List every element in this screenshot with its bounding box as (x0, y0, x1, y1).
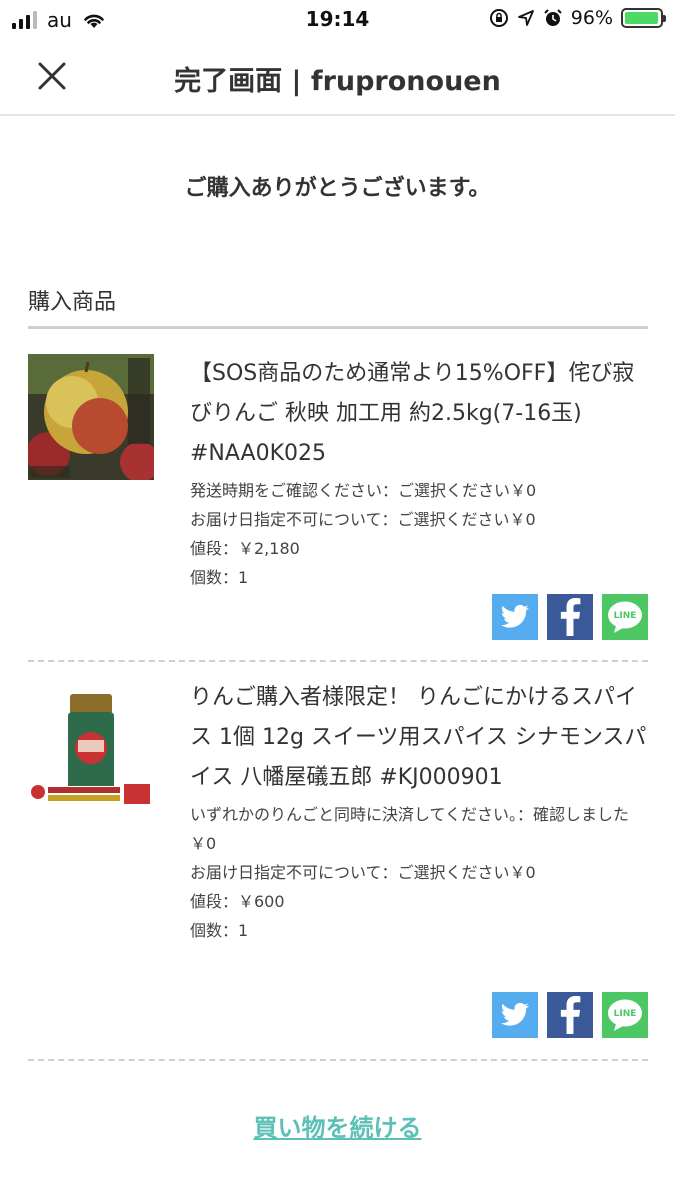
share-facebook-button[interactable] (547, 594, 593, 640)
product-image-spice (28, 688, 154, 814)
battery-icon (621, 8, 666, 28)
product-option: お届け日指定不可について：ご選択ください￥0 (190, 510, 536, 529)
section-title: 購入商品 (28, 290, 117, 315)
product-image-apple (28, 354, 154, 480)
location-icon (517, 10, 534, 26)
product-price: 値段：￥600 (190, 892, 285, 911)
line-label: LINE (613, 1009, 637, 1019)
product-quantity: 個数：1 (190, 568, 249, 587)
twitter-icon (500, 1002, 529, 1026)
line-label: LINE (613, 611, 637, 621)
product-name[interactable]: 【SOS商品のため通常より15%OFF】侘び寂びりんご 秋映 加工用 約2.5k… (190, 354, 650, 474)
thank-you-message: ご購入ありがとうございます。 (184, 176, 491, 201)
product-option: 発送時期をご確認ください：ご選択ください￥0 (190, 481, 537, 500)
continue-shopping-link[interactable]: 買い物を続ける (0, 1108, 675, 1143)
facebook-icon (560, 996, 581, 1034)
product-quantity: 個数：1 (190, 921, 249, 940)
item-divider (28, 660, 648, 662)
share-twitter-button[interactable] (492, 594, 538, 640)
share-twitter-button[interactable] (492, 992, 538, 1038)
alarm-icon (544, 9, 562, 26)
share-line-button[interactable]: LINE (602, 594, 648, 640)
share-line-button[interactable]: LINE (602, 992, 648, 1038)
battery-percent: 96% (570, 7, 613, 29)
facebook-icon (560, 598, 581, 636)
share-facebook-button[interactable] (547, 992, 593, 1038)
product-option: いずれかのりんごと同時に決済してください。：確認しました￥0 (190, 805, 630, 853)
share-buttons: LINE (492, 594, 648, 640)
twitter-icon (500, 604, 529, 628)
product-option: お届け日指定不可について：ご選択ください￥0 (190, 863, 536, 882)
share-buttons: LINE (492, 992, 648, 1038)
item-divider (28, 1059, 648, 1061)
status-bar: au 19:14 96% (0, 0, 675, 38)
product-name[interactable]: りんご購入者様限定！ りんごにかけるスパイス 1個 12g スイーツ用スパイス … (190, 678, 650, 798)
orientation-lock-icon (489, 9, 508, 27)
page-title: 完了画面 | frupronouen (174, 66, 501, 97)
section-divider (28, 326, 648, 329)
product-price: 値段：￥2,180 (190, 539, 300, 558)
header: 完了画面 | frupronouen (0, 38, 675, 116)
